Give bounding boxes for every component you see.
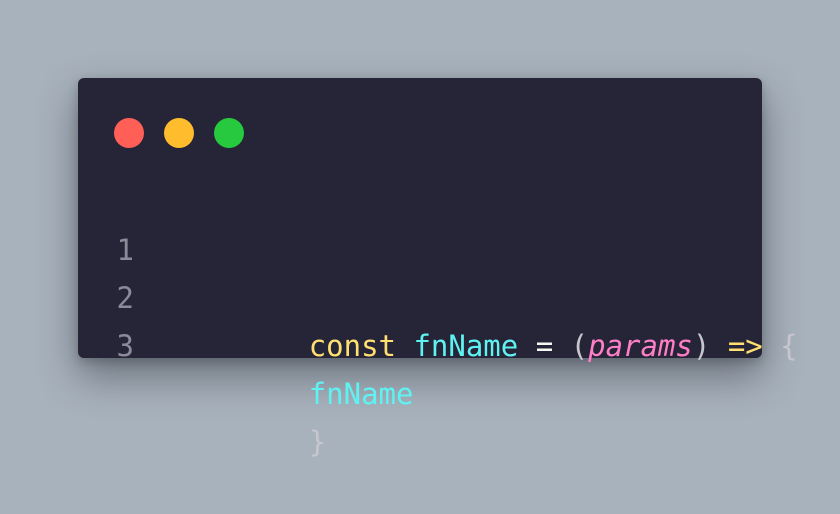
- brace-close-token: }: [308, 425, 327, 459]
- param-token: params: [588, 329, 693, 363]
- identifier-token: fnName: [413, 329, 519, 363]
- maximize-window-icon[interactable]: [214, 118, 244, 148]
- code-line-content: }: [169, 370, 326, 514]
- close-window-icon[interactable]: [114, 118, 144, 148]
- code-line: 1 const fnName = (params) => {: [78, 178, 798, 363]
- operator-token: =: [535, 329, 554, 363]
- arrow-token: =>: [727, 329, 763, 363]
- minimize-window-icon[interactable]: [164, 118, 194, 148]
- paren-open-token: (: [570, 329, 589, 363]
- code-window: 1 const fnName = (params) => { 2 fnName …: [78, 78, 798, 459]
- brace-open-token: {: [780, 329, 798, 363]
- code-editor: 1 const fnName = (params) => { 2 fnName …: [78, 178, 798, 459]
- line-number: 3: [116, 329, 134, 363]
- paren-close-token: ): [692, 329, 711, 363]
- code-line: 3 }: [78, 274, 762, 459]
- code-line: 2 fnName: [78, 226, 762, 411]
